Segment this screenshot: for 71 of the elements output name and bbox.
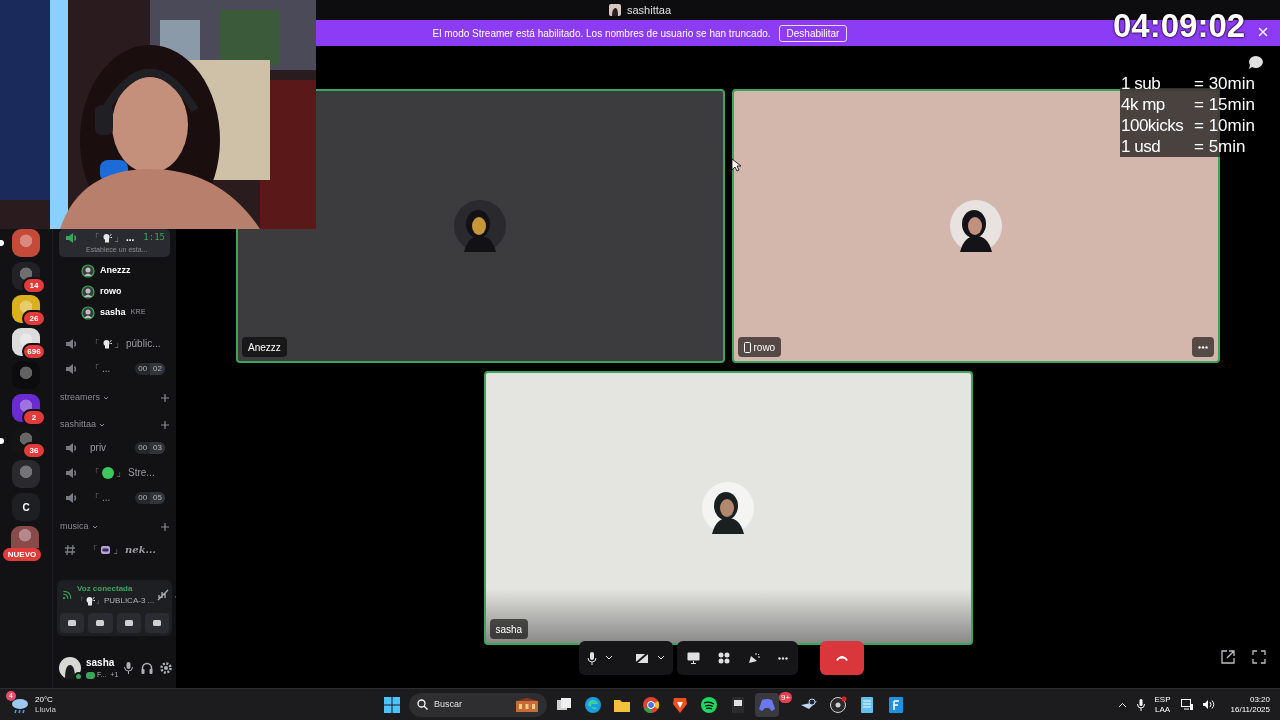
voice-channel[interactable]: priv 00 03: [59, 435, 170, 460]
category-name: musica: [60, 519, 89, 533]
user-limit: 03: [150, 441, 165, 454]
channel-name: públic...: [126, 337, 161, 351]
channel-bracket: 」: [114, 337, 124, 351]
window-title: sashittaa: [627, 2, 671, 18]
user-count: 00: [137, 362, 149, 375]
user-count: 00: [137, 491, 149, 504]
category-header[interactable]: sashittaa: [59, 408, 170, 435]
call-timer: 1:15: [143, 231, 165, 244]
member-name: sasha: [100, 305, 126, 319]
video-tile[interactable]: Anezzz: [236, 89, 725, 363]
unread-count-badge: 36: [22, 442, 46, 459]
channel-name: Stre...: [128, 466, 155, 480]
notification-badge: 9+: [779, 692, 793, 703]
participant-name: Anezzz: [248, 340, 281, 355]
new-badge: NUEVO: [2, 548, 42, 561]
unread-count-badge: 2: [22, 409, 46, 426]
channel-bracket: 」: [116, 466, 126, 480]
clock-date[interactable]: 16/11/2025: [1230, 704, 1270, 715]
member-name: rowo: [100, 284, 122, 298]
server-icon[interactable]: C: [12, 493, 40, 521]
disable-button[interactable]: Deshabilitar: [778, 24, 848, 42]
voice-channel-name: PUBLICA-3 ...: [104, 595, 155, 607]
channel-bracket: 」: [113, 543, 123, 557]
voice-channel[interactable]: 「 」 públic...: [59, 331, 170, 356]
channel-name: ...: [102, 491, 111, 505]
temperature: 20°C: [35, 694, 54, 705]
user-count: 00: [137, 441, 149, 454]
voice-member[interactable]: Anezzz: [59, 260, 170, 281]
member-name: Anezzz: [100, 263, 131, 277]
channel-bracket: 「: [90, 491, 100, 505]
unread-count-badge: 14: [22, 277, 46, 294]
channel-bracket: 」: [114, 231, 124, 246]
user-limit: 02: [150, 362, 165, 375]
voice-channel[interactable]: 「 ... 00 05: [59, 485, 170, 510]
category-name: sashittaa: [60, 417, 97, 431]
category-header[interactable]: streamers: [59, 381, 170, 408]
voice-channel[interactable]: 「 ... 00 02: [59, 356, 170, 381]
channel-name: ...: [126, 231, 135, 246]
participant-name: rowo: [753, 340, 776, 355]
input-language[interactable]: ESP: [1154, 694, 1171, 705]
channel-bracket: 「: [88, 543, 98, 557]
text-channel[interactable]: 「 」 nek...: [59, 537, 170, 562]
clock-time[interactable]: 03:20: [1249, 694, 1270, 705]
channel-name: nek...: [125, 543, 156, 557]
weather-condition: Lluvia: [35, 704, 56, 715]
connection-status: Voz conectada: [77, 583, 134, 595]
search-placeholder: Buscar: [434, 697, 462, 711]
channel-bracket: 「: [90, 337, 100, 351]
participant-name: sasha: [495, 622, 523, 637]
channel-name: ...: [102, 362, 111, 376]
user-name: sasha: [86, 656, 116, 671]
search-field[interactable]: Buscar: [409, 692, 547, 717]
category-header[interactable]: musica: [59, 510, 170, 537]
unread-count-badge: 26: [22, 310, 46, 327]
voice-channel[interactable]: 「 」 Stre...: [59, 460, 170, 485]
voice-member[interactable]: rowo: [59, 281, 170, 302]
keyboard-layout[interactable]: LAA: [1154, 704, 1171, 715]
user-limit: 05: [150, 491, 165, 504]
channel-name: priv: [90, 441, 107, 455]
rate-item: 1 usd: [1121, 136, 1162, 157]
rate-item: 100kicks: [1121, 115, 1185, 136]
rate-item: 4k mp: [1121, 94, 1166, 115]
channel-bracket: 「: [90, 466, 100, 480]
channel-bracket: 「: [90, 362, 100, 376]
banner-text: El modo Streamer está habilitado. Los nombres de usuario se han truncado.: [432, 26, 771, 41]
video-tile[interactable]: sasha: [483, 371, 973, 645]
unread-count-badge: 696: [22, 343, 46, 360]
channel-bracket: 「: [90, 231, 100, 246]
category-name: streamers: [60, 390, 100, 404]
